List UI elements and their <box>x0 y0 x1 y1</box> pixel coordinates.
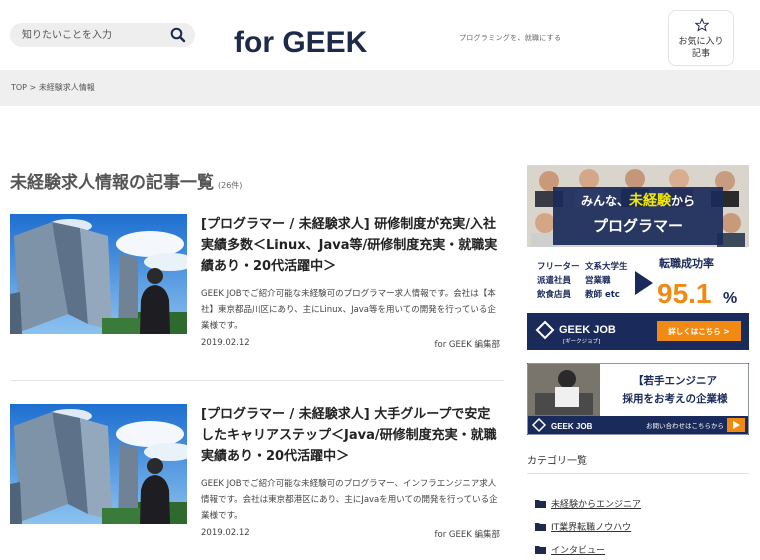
ad2-cta: お問い合わせはこちらから <box>646 421 724 430</box>
logo-text: for GEEK <box>234 26 368 58</box>
ad2-headline-1: 【若手エンジニア <box>633 374 717 387</box>
favorites-label: お気に入り 記事 <box>678 37 724 59</box>
ad1-rate-label: 転職成功率 <box>659 256 714 270</box>
site-logo[interactable]: for GEEK <box>234 14 444 58</box>
page-title: 未経験求人情報の記事一覧 (26件) <box>10 168 242 193</box>
article-thumbnail[interactable] <box>10 404 187 524</box>
categories-heading: カテゴリ一覧 <box>527 456 587 467</box>
ad1-role-left-2: 派遣社員 <box>537 275 572 286</box>
ad1-role-left-1: フリーター <box>537 261 580 272</box>
article-title[interactable]: [プログラマー / 未経験求人] 研修制度が充実/入社実績多数＜Linux、Ja… <box>201 214 501 277</box>
breadcrumb: TOP > 未経験求人情報 <box>11 82 95 93</box>
ad1-headline-a: みんな、 <box>581 194 629 208</box>
ad2-brand: GEEK JOB <box>551 422 593 431</box>
article-excerpt: GEEK JOBでご紹介可能な未経験可のプログラマー求人情報です。会社は【本社】… <box>201 289 496 331</box>
site-tagline: プログラミングを、就職にする <box>459 34 562 42</box>
article-title[interactable]: [プログラマー / 未経験求人] 大手グループで安定したキャリアステップ＜Jav… <box>201 404 501 467</box>
page-title-text: 未経験求人情報の記事一覧 <box>10 173 214 193</box>
ad1-role-right-3: 教師 etc <box>584 289 620 300</box>
article-date: 2019.02.12 <box>201 528 250 538</box>
star-icon <box>695 18 709 32</box>
category-item[interactable]: インタビュー <box>535 543 605 557</box>
search-box <box>10 23 195 47</box>
svg-text:みんな、未経験から: みんな、未経験から <box>581 192 695 209</box>
ad1-headline-c: から <box>671 194 695 208</box>
article-excerpt: GEEK JOBでご紹介可能な未経験可のプログラマー、インフラエンジニア求人情報… <box>201 479 498 521</box>
categories-divider <box>527 473 749 474</box>
site-header: for GEEK プログラミングを、就職にする お気に入り 記事 <box>0 0 760 70</box>
geekjob-banner-ad[interactable]: みんな、未経験から プログラマー フリーター 派遣社員 飲食店員 文系大学生 営… <box>527 165 749 350</box>
article-date: 2019.02.12 <box>201 338 250 348</box>
article-author: for GEEK 編集部 <box>434 530 501 540</box>
article-card[interactable]: [プログラマー / 未経験求人] 大手グループで安定したキャリアステップ＜Jav… <box>10 404 504 554</box>
article-divider <box>10 380 504 381</box>
category-label[interactable]: インタビュー <box>551 546 605 556</box>
ad1-rate-value: 95.1 <box>657 278 712 309</box>
ad1-cta: 詳しくはこちら > <box>668 326 729 336</box>
article-thumbnail[interactable] <box>10 214 187 334</box>
category-item[interactable]: 未経験からエンジニア <box>535 497 641 511</box>
article-card[interactable]: [プログラマー / 未経験求人] 研修制度が充実/入社実績多数＜Linux、Ja… <box>10 214 504 364</box>
breadcrumb-separator: > <box>27 83 39 92</box>
ad1-role-right-1: 文系大学生 <box>585 261 628 272</box>
ad1-brand: GEEK JOB <box>559 324 616 336</box>
ad1-rate-unit: % <box>723 290 737 307</box>
breadcrumb-current: 未経験求人情報 <box>38 83 95 92</box>
ad1-role-right-2: 営業職 <box>585 275 611 286</box>
ad1-headline-b: 未経験 <box>629 192 672 209</box>
search-input[interactable] <box>22 27 162 43</box>
article-count: (26件) <box>218 181 243 190</box>
category-item[interactable]: IT業界転職ノウハウ <box>535 520 631 534</box>
folder-icon <box>535 523 546 531</box>
breadcrumb-bar: TOP > 未経験求人情報 <box>0 70 760 106</box>
breadcrumb-home[interactable]: TOP <box>11 83 27 92</box>
category-label[interactable]: IT業界転職ノウハウ <box>551 523 631 533</box>
folder-icon <box>535 546 546 554</box>
folder-icon <box>535 500 546 508</box>
favorites-button[interactable]: お気に入り 記事 <box>668 10 734 66</box>
category-label[interactable]: 未経験からエンジニア <box>551 500 641 510</box>
geekjob-corporate-ad[interactable]: 【若手エンジニア 採用をお考えの企業様 GEEK JOB お問い合わせはこちらか… <box>527 363 749 435</box>
ad2-headline-2: 採用をお考えの企業様 <box>623 392 728 405</box>
ad1-headline-2: プログラマー <box>593 217 683 235</box>
search-icon[interactable] <box>169 26 187 44</box>
ad1-brand-kana: [ギークジョブ] <box>563 337 600 345</box>
article-author: for GEEK 編集部 <box>434 340 501 350</box>
ad1-role-left-3: 飲食店員 <box>536 289 572 300</box>
